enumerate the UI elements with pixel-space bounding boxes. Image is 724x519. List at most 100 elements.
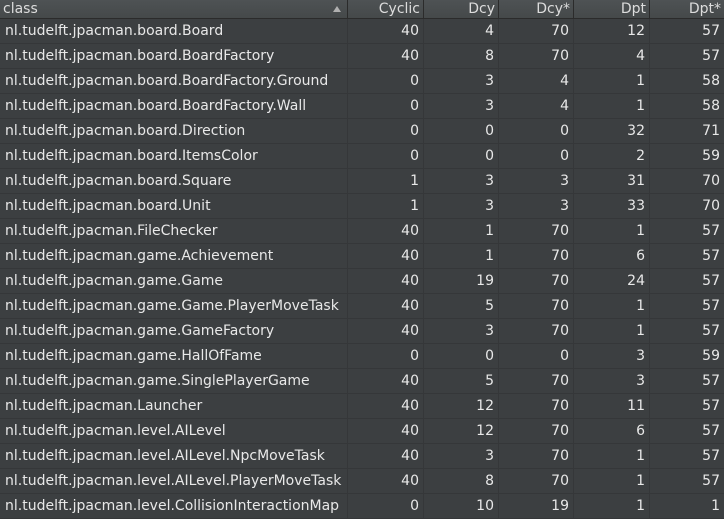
cell-dpt: 1 xyxy=(574,94,650,118)
column-header-label: Dcy xyxy=(468,1,495,17)
cell-dpt: 1 xyxy=(574,69,650,93)
table-row[interactable]: nl.tudelft.jpacman.board.Square 1 3 3 31 70 xyxy=(0,169,724,194)
cell-dcy: 8 xyxy=(424,44,499,68)
cell-dcy-star: 0 xyxy=(499,119,574,143)
table-row[interactable]: nl.tudelft.jpacman.board.Board 40 4 70 12 57 xyxy=(0,19,724,44)
column-header-dcy[interactable]: Dcy xyxy=(424,0,499,18)
cell-class: nl.tudelft.jpacman.Launcher xyxy=(0,394,348,418)
cell-dpt-star: 57 xyxy=(702,473,720,489)
table-row[interactable]: nl.tudelft.jpacman.level.AILevel.PlayerM… xyxy=(0,469,724,494)
cell-class: nl.tudelft.jpacman.game.GameFactory xyxy=(0,319,348,343)
table-row[interactable]: nl.tudelft.jpacman.game.GameFactory 40 3 70… xyxy=(0,319,724,344)
cell-dpt: 1 xyxy=(574,219,650,243)
cell-class: nl.tudelft.jpacman.game.Achievement xyxy=(0,244,348,268)
cell-cyclic: 0 xyxy=(348,94,424,118)
cell-class: nl.tudelft.jpacman.board.BoardFactory xyxy=(0,44,348,68)
cell-dcy: 0 xyxy=(424,344,499,368)
cell-dcy: 3 xyxy=(424,319,499,343)
cell-class: nl.tudelft.jpacman.level.CollisionIntera… xyxy=(0,494,348,518)
cell-cyclic: 40 xyxy=(348,244,424,268)
table-row[interactable]: nl.tudelft.jpacman.board.BoardFactory.Wa… xyxy=(0,94,724,119)
cell-dpt: 1 xyxy=(574,444,650,468)
table-header: class Cyclic Dcy Dcy* Dpt Dpt* xyxy=(0,0,724,19)
cell-dpt: 1 xyxy=(574,494,650,518)
column-header-label: class xyxy=(3,1,38,17)
cell-dcy: 3 xyxy=(424,444,499,468)
cell-class: nl.tudelft.jpacman.board.ItemsColor xyxy=(0,144,348,168)
cell-dpt: 24 xyxy=(574,269,650,293)
table-row[interactable]: nl.tudelft.jpacman.game.SinglePlayerGame… xyxy=(0,369,724,394)
cell-class: nl.tudelft.jpacman.board.Square xyxy=(0,169,348,193)
cell-dpt-star: 59 xyxy=(702,148,720,164)
table-row[interactable]: nl.tudelft.jpacman.game.HallOfFame 0 0 0 3 59 xyxy=(0,344,724,369)
table-row[interactable]: nl.tudelft.jpacman.game.Game.PlayerMoveT… xyxy=(0,294,724,319)
cell-dpt-star: 57 xyxy=(702,448,720,464)
cell-dcy: 8 xyxy=(424,469,499,493)
column-header-dpt-star[interactable]: Dpt* xyxy=(650,0,724,18)
cell-class: nl.tudelft.jpacman.level.AILevel.NpcMove… xyxy=(0,444,348,468)
column-header-class[interactable]: class xyxy=(0,0,348,18)
cell-dcy-star: 70 xyxy=(499,269,574,293)
cell-dcy-star: 70 xyxy=(499,369,574,393)
cell-dpt: 33 xyxy=(574,194,650,218)
cell-cyclic: 0 xyxy=(348,344,424,368)
cell-dcy: 1 xyxy=(424,219,499,243)
table-row[interactable]: nl.tudelft.jpacman.board.ItemsColor 0 0 0 2 5… xyxy=(0,144,724,169)
table-row[interactable]: nl.tudelft.jpacman.board.Unit 1 3 3 33 70 xyxy=(0,194,724,219)
table-row[interactable]: nl.tudelft.jpacman.game.Game 40 19 70 24 57 xyxy=(0,269,724,294)
cell-cyclic: 40 xyxy=(348,419,424,443)
cell-class: nl.tudelft.jpacman.game.HallOfFame xyxy=(0,344,348,368)
sort-ascending-icon xyxy=(333,6,341,12)
cell-cyclic: 1 xyxy=(348,169,424,193)
cell-dpt-star: 57 xyxy=(702,23,720,39)
cell-dpt: 1 xyxy=(574,294,650,318)
cell-class: nl.tudelft.jpacman.game.SinglePlayerGame xyxy=(0,369,348,393)
cell-dpt-star: 57 xyxy=(702,298,720,314)
column-header-dcy-star[interactable]: Dcy* xyxy=(499,0,574,18)
cell-dpt: 31 xyxy=(574,169,650,193)
cell-dpt-star: 70 xyxy=(702,198,720,214)
cell-dcy-star: 70 xyxy=(499,419,574,443)
cell-dpt: 4 xyxy=(574,44,650,68)
cell-dcy-star: 70 xyxy=(499,469,574,493)
cell-dcy-star: 3 xyxy=(499,194,574,218)
table-row[interactable]: nl.tudelft.jpacman.board.Direction 0 0 0 32 7… xyxy=(0,119,724,144)
column-header-dpt[interactable]: Dpt xyxy=(574,0,650,18)
cell-class: nl.tudelft.jpacman.board.Direction xyxy=(0,119,348,143)
table-row[interactable]: nl.tudelft.jpacman.board.BoardFactory.Gr… xyxy=(0,69,724,94)
cell-dcy: 5 xyxy=(424,369,499,393)
metrics-table: class Cyclic Dcy Dcy* Dpt Dpt* nl.tudelf… xyxy=(0,0,724,519)
cell-dcy: 3 xyxy=(424,69,499,93)
column-header-label: Cyclic xyxy=(378,1,420,17)
cell-class: nl.tudelft.jpacman.game.Game.PlayerMoveT… xyxy=(0,294,348,318)
cell-dpt-star: 57 xyxy=(702,273,720,289)
table-row[interactable]: nl.tudelft.jpacman.level.AILevel 40 12 70 6 5… xyxy=(0,419,724,444)
cell-class: nl.tudelft.jpacman.board.Board xyxy=(0,19,348,43)
cell-dcy-star: 70 xyxy=(499,294,574,318)
column-header-cyclic[interactable]: Cyclic xyxy=(348,0,424,18)
table-row[interactable]: nl.tudelft.jpacman.game.Achievement 40 1 70… xyxy=(0,244,724,269)
cell-dpt-star: 70 xyxy=(702,173,720,189)
cell-dcy-star: 70 xyxy=(499,319,574,343)
cell-cyclic: 0 xyxy=(348,494,424,518)
cell-dpt: 6 xyxy=(574,244,650,268)
cell-dcy: 19 xyxy=(424,269,499,293)
cell-dcy-star: 0 xyxy=(499,144,574,168)
cell-dcy: 1 xyxy=(424,244,499,268)
table-row[interactable]: nl.tudelft.jpacman.level.CollisionIntera… xyxy=(0,494,724,519)
table-row[interactable]: nl.tudelft.jpacman.level.AILevel.NpcMove… xyxy=(0,444,724,469)
cell-dpt-star: 58 xyxy=(702,73,720,89)
cell-dcy-star: 70 xyxy=(499,19,574,43)
cell-dcy-star: 4 xyxy=(499,69,574,93)
table-row[interactable]: nl.tudelft.jpacman.FileChecker 40 1 70 1 57 xyxy=(0,219,724,244)
cell-cyclic: 40 xyxy=(348,319,424,343)
table-row[interactable]: nl.tudelft.jpacman.board.BoardFactory 40 8… xyxy=(0,44,724,69)
cell-dpt-star: 57 xyxy=(702,223,720,239)
cell-cyclic: 40 xyxy=(348,369,424,393)
cell-class: nl.tudelft.jpacman.board.Unit xyxy=(0,194,348,218)
cell-dcy-star: 70 xyxy=(499,244,574,268)
table-body: nl.tudelft.jpacman.board.Board 40 4 70 12 57 n… xyxy=(0,19,724,519)
table-row[interactable]: nl.tudelft.jpacman.Launcher 40 12 70 11 57 xyxy=(0,394,724,419)
cell-cyclic: 40 xyxy=(348,19,424,43)
cell-dcy: 3 xyxy=(424,194,499,218)
